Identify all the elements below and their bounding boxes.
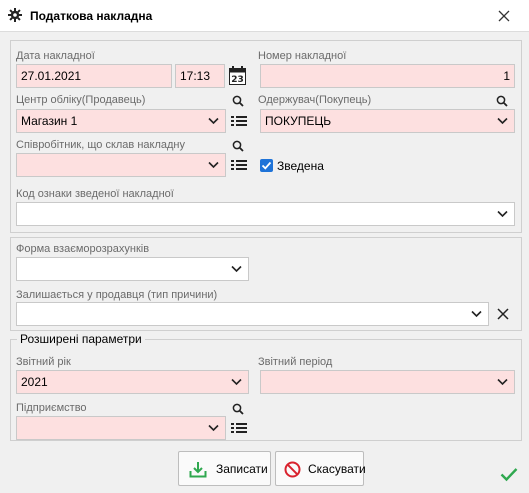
seller-select[interactable]: Магазин 1 [16,109,226,133]
employee-list-icon[interactable] [231,158,247,172]
close-icon [498,10,510,22]
report-year-label: Звітний рік [16,356,71,368]
checkmark-icon [261,161,272,170]
seller-remains-label: Залишається у продавця (тип причини) [16,289,218,301]
calendar-icon-day: 23 [231,75,244,85]
employee-search-icon[interactable] [232,140,244,152]
chevron-down-icon [231,378,242,386]
enterprise-select[interactable] [16,416,226,440]
settlement-form-label: Форма взаєморозрахунків [16,243,150,255]
chevron-down-icon [208,161,219,169]
enterprise-list-icon[interactable] [231,421,247,435]
save-button-label: Записати [216,462,268,476]
gear-icon [8,8,22,22]
chevron-down-icon [471,310,482,318]
cancel-icon [284,461,301,478]
chevron-down-icon [497,378,508,386]
seller-list-icon[interactable] [231,114,247,128]
chevron-down-icon [497,210,508,218]
consolidated-code-label: Код ознаки зведеної накладної [16,188,174,200]
save-button[interactable]: Записати [178,451,271,486]
chevron-down-icon [208,424,219,432]
cancel-button[interactable]: Скасувати [275,451,366,486]
consolidated-checkbox[interactable] [260,159,273,172]
number-input[interactable]: 1 [260,64,515,88]
title-bar: Податкова накладна [0,0,529,32]
consolidated-code-select[interactable] [16,202,515,226]
seller-search-icon[interactable] [232,95,244,107]
number-label: Номер накладної [258,50,347,62]
clear-icon[interactable] [497,308,509,320]
buyer-select-value: ПОКУПЕЦЬ [265,114,332,128]
cancel-button-label: Скасувати [308,462,366,476]
save-download-icon [189,462,207,478]
ok-check-icon[interactable] [500,467,518,482]
extended-group-legend: Розширені параметри [17,332,145,346]
calendar-icon[interactable]: 23 [229,66,246,85]
employee-label: Співробітник, що склав накладну [16,139,185,151]
seller-select-value: Магазин 1 [21,114,78,128]
report-period-select[interactable] [260,370,515,394]
report-period-label: Звітний період [258,356,333,368]
date-label: Дата накладної [16,50,95,62]
employee-select[interactable] [16,153,226,177]
enterprise-search-icon[interactable] [232,403,244,415]
enterprise-label: Підприємство [16,402,87,414]
chevron-down-icon [497,117,508,125]
buyer-search-icon[interactable] [496,95,508,107]
consolidated-label[interactable]: Зведена [277,159,324,173]
date-input[interactable]: 27.01.2021 [16,64,172,88]
seller-label: Центр обліку(Продавець) [16,94,146,106]
buyer-label: Одержувач(Покупець) [258,94,372,106]
window-title: Податкова накладна [30,9,153,23]
time-input[interactable]: 17:13 [175,64,225,88]
close-button[interactable] [492,6,516,26]
chevron-down-icon [231,265,242,273]
settlement-form-select[interactable] [16,257,249,281]
buyer-select[interactable]: ПОКУПЕЦЬ [260,109,515,133]
chevron-down-icon [208,117,219,125]
seller-remains-select[interactable] [16,302,489,326]
report-year-value: 2021 [21,375,48,389]
report-year-select[interactable]: 2021 [16,370,249,394]
